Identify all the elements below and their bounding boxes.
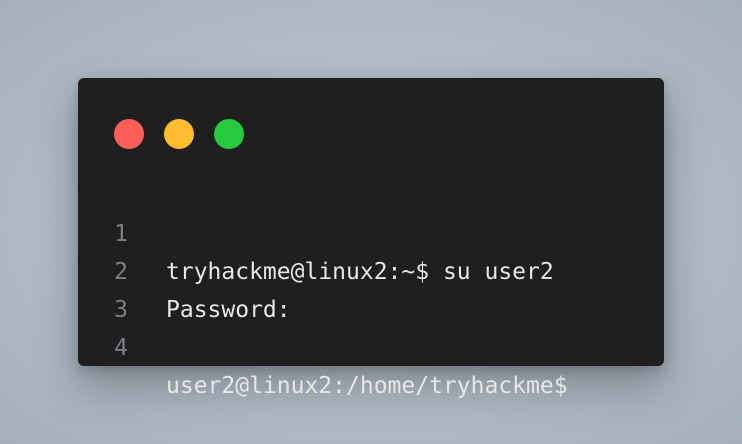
terminal-window: 1 tryhackme@linux2:~$ su user2 2 Passwor… <box>78 78 664 399</box>
window-controls <box>114 119 244 149</box>
maximize-dot[interactable] <box>214 119 244 149</box>
minimize-dot[interactable] <box>164 119 194 149</box>
line-number: 4 <box>114 335 128 361</box>
code-line-4: 4 user2@linux2:/home/tryhackme$ <box>78 291 664 399</box>
line-text: user2@linux2:/home/tryhackme$ <box>166 373 568 399</box>
close-dot[interactable] <box>114 119 144 149</box>
code-line-2: 2 Password: <box>78 215 664 323</box>
code-line-1: 1 tryhackme@linux2:~$ su user2 <box>78 177 664 285</box>
code-line-3: 3 <box>78 253 664 323</box>
terminal-output: 1 tryhackme@linux2:~$ su user2 2 Passwor… <box>78 177 664 399</box>
